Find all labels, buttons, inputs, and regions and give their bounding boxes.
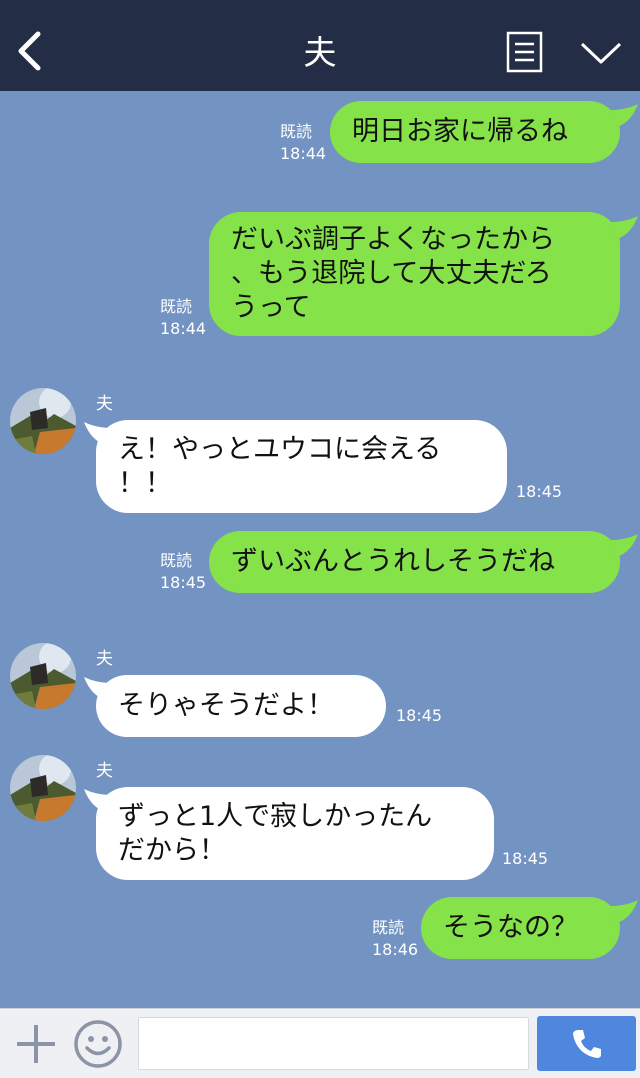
bubble-tail: [610, 104, 638, 128]
message-time: 18:46: [372, 940, 419, 959]
bubble-tail: [610, 900, 638, 924]
message-input-bar: [0, 1008, 640, 1078]
chat-title: 夫: [303, 33, 337, 72]
message-time: 18:44: [160, 319, 207, 338]
avatar[interactable]: [10, 388, 76, 454]
read-label: 既読: [160, 551, 193, 570]
message-bubble-incoming[interactable]: ずっと1人で寂しかったん だから！: [96, 787, 494, 880]
plus-icon[interactable]: [14, 1022, 58, 1066]
read-label: 既読: [372, 918, 405, 937]
call-button[interactable]: [537, 1016, 636, 1071]
read-receipt: 既読 18:45: [160, 550, 206, 594]
message-bubble-outgoing[interactable]: だいぶ調子よくなったから 、もう退院して大丈夫だろ うって: [209, 212, 620, 336]
phone-icon: [572, 1029, 601, 1058]
message-input[interactable]: [138, 1017, 529, 1070]
avatar[interactable]: [10, 643, 76, 709]
message-time: 18:45: [502, 849, 549, 868]
emoji-icon[interactable]: [73, 1019, 123, 1069]
avatar-photo: [10, 643, 76, 709]
read-label: 既読: [280, 122, 313, 141]
read-label: 既読: [160, 297, 193, 316]
message-time: 18:45: [160, 573, 207, 592]
message-time: 18:45: [516, 482, 563, 501]
avatar[interactable]: [10, 755, 76, 821]
read-receipt: 既読 18:44: [280, 121, 326, 165]
bubble-tail: [610, 534, 638, 558]
message-bubble-outgoing[interactable]: そうなの？: [421, 897, 620, 959]
read-receipt: 既読 18:44: [160, 296, 206, 340]
avatar-photo: [10, 388, 76, 454]
menu-icon[interactable]: [506, 31, 543, 73]
message-bubble-incoming[interactable]: え！やっとユウコに会える ！！: [96, 420, 507, 513]
sender-name: 夫: [96, 394, 113, 414]
sender-name: 夫: [96, 649, 113, 669]
chat-header: 夫: [0, 0, 640, 91]
message-time: 18:45: [396, 706, 443, 725]
message-bubble-outgoing[interactable]: ずいぶんとうれしそうだね: [209, 531, 620, 593]
message-time: 18:44: [280, 144, 327, 163]
message-bubble-outgoing[interactable]: 明日お家に帰るね: [330, 101, 620, 163]
message-bubble-incoming[interactable]: そりゃそうだよ！: [96, 675, 386, 737]
bubble-tail: [610, 216, 638, 240]
chevron-down-icon[interactable]: [579, 40, 623, 66]
read-receipt: 既読 18:46: [372, 917, 418, 961]
sender-name: 夫: [96, 761, 113, 781]
avatar-photo: [10, 755, 76, 821]
